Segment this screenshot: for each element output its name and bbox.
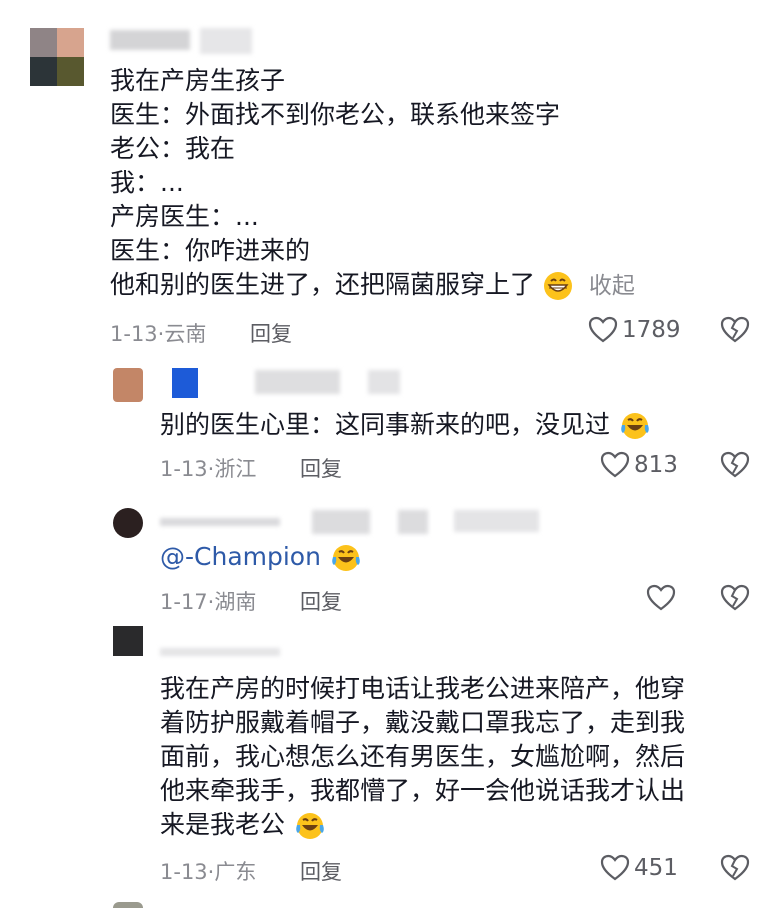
comment-line-text: 他和别的医生进了，还把隔菌服穿上了 <box>110 270 536 299</box>
broken-heart-icon[interactable] <box>720 451 750 479</box>
comment-text: 我在产房的时候打电话让我老公进来陪产，他穿 着防护服戴着帽子，戴没戴口罩我忘了，… <box>160 672 685 842</box>
like-count: 451 <box>634 855 678 881</box>
next-avatar-peek <box>113 902 143 908</box>
username-blurred-2 <box>368 370 400 394</box>
comment-line-last: 他和别的医生进了，还把隔菌服穿上了 收起 <box>110 268 635 303</box>
username-blurred-4 <box>454 510 539 532</box>
comment-date: 1-13·浙江 <box>160 457 257 481</box>
reply-button[interactable]: 回复 <box>300 453 342 483</box>
username-blurred-2 <box>200 28 252 54</box>
heart-outline-icon <box>600 451 630 478</box>
comment-date: 1-17·湖南 <box>160 590 257 614</box>
username-blurred[interactable] <box>255 370 340 394</box>
comment-line: 我在产房的时候打电话让我老公进来陪产，他穿 <box>160 674 686 703</box>
comment-line: 他来牵我手，我都懵了，好一会他说话我才认出 <box>160 776 686 805</box>
comment-line: 老公：我在 <box>110 134 236 163</box>
like-button[interactable]: 813 <box>600 451 678 479</box>
avatar[interactable] <box>113 508 143 538</box>
comment-2: 别的医生心里：这同事新来的吧，没见过 1-13·浙江 回复 813 <box>0 360 780 490</box>
like-count: 1789 <box>622 317 681 343</box>
username-blurred[interactable] <box>110 30 190 50</box>
tears-of-joy-emoji-icon <box>332 545 360 571</box>
comment-line: 产房医生：... <box>110 202 259 231</box>
comment-line-text: 别的医生心里：这同事新来的吧，没见过 <box>160 410 611 439</box>
comment-3: @-Champion 1-17·湖南 回复 <box>0 500 780 620</box>
tears-of-joy-emoji-icon <box>296 813 324 839</box>
comment-line: 我在产房生孩子 <box>110 66 286 95</box>
heart-outline-icon <box>600 854 630 881</box>
date: 1-13 <box>110 322 158 346</box>
avatar[interactable] <box>30 28 84 86</box>
location: 广东 <box>214 860 257 884</box>
collapse-link[interactable]: 收起 <box>589 273 635 299</box>
username-blurred-3 <box>398 510 428 534</box>
reply-button[interactable]: 回复 <box>300 856 342 886</box>
location: 云南 <box>164 322 207 346</box>
comment-line-text: 来是我老公 <box>160 810 286 839</box>
heart-outline-icon <box>588 316 618 343</box>
broken-heart-icon[interactable] <box>720 316 750 344</box>
reply-button[interactable]: 回复 <box>300 586 342 616</box>
comment-line-last: 来是我老公 <box>160 808 685 842</box>
comment-text: 别的医生心里：这同事新来的吧，没见过 <box>160 408 652 442</box>
comment-text: @-Champion <box>160 540 363 574</box>
username-blurred[interactable] <box>160 648 280 656</box>
comment-line: 面前，我心想怎么还有男医生，女尴尬啊，然后 <box>160 742 686 771</box>
comment-date: 1-13·广东 <box>160 860 257 884</box>
comment-line: 医生：外面找不到你老公，联系他来签字 <box>110 100 561 129</box>
comment-1: 我在产房生孩子 医生：外面找不到你老公，联系他来签字 老公：我在 我：... 产… <box>0 0 780 360</box>
comment-line: 别的医生心里：这同事新来的吧，没见过 <box>160 408 652 442</box>
comment-date: 1-13·云南 <box>110 322 207 346</box>
comment-line: @-Champion <box>160 540 363 574</box>
comment-text: 我在产房生孩子 医生：外面找不到你老公，联系他来签字 老公：我在 我：... 产… <box>110 64 635 303</box>
username-blurred-2 <box>312 510 370 534</box>
date: 1-17 <box>160 590 208 614</box>
comment-4: 我在产房的时候打电话让我老公进来陪产，他穿 着防护服戴着帽子，戴没戴口罩我忘了，… <box>0 620 780 908</box>
location: 湖南 <box>214 590 257 614</box>
like-button[interactable] <box>646 584 680 612</box>
badge-blue <box>172 368 198 398</box>
comment-line: 医生：你咋进来的 <box>110 236 311 265</box>
grin-emoji-icon <box>543 272 572 300</box>
comment-line: 我：... <box>110 168 184 197</box>
comment-line: 着防护服戴着帽子，戴没戴口罩我忘了，走到我 <box>160 708 686 737</box>
broken-heart-icon[interactable] <box>720 854 750 882</box>
tears-of-joy-emoji-icon <box>621 413 649 439</box>
like-button[interactable]: 451 <box>600 854 678 882</box>
reply-button[interactable]: 回复 <box>250 318 292 348</box>
like-count: 813 <box>634 452 678 478</box>
mention-link[interactable]: @-Champion <box>160 542 321 571</box>
date: 1-13 <box>160 860 208 884</box>
location: 浙江 <box>214 457 257 481</box>
broken-heart-icon[interactable] <box>720 584 750 612</box>
like-button[interactable]: 1789 <box>588 316 681 344</box>
avatar[interactable] <box>113 368 143 402</box>
date: 1-13 <box>160 457 208 481</box>
username-blurred[interactable] <box>160 518 280 526</box>
heart-outline-icon <box>646 584 676 611</box>
avatar[interactable] <box>113 626 143 656</box>
